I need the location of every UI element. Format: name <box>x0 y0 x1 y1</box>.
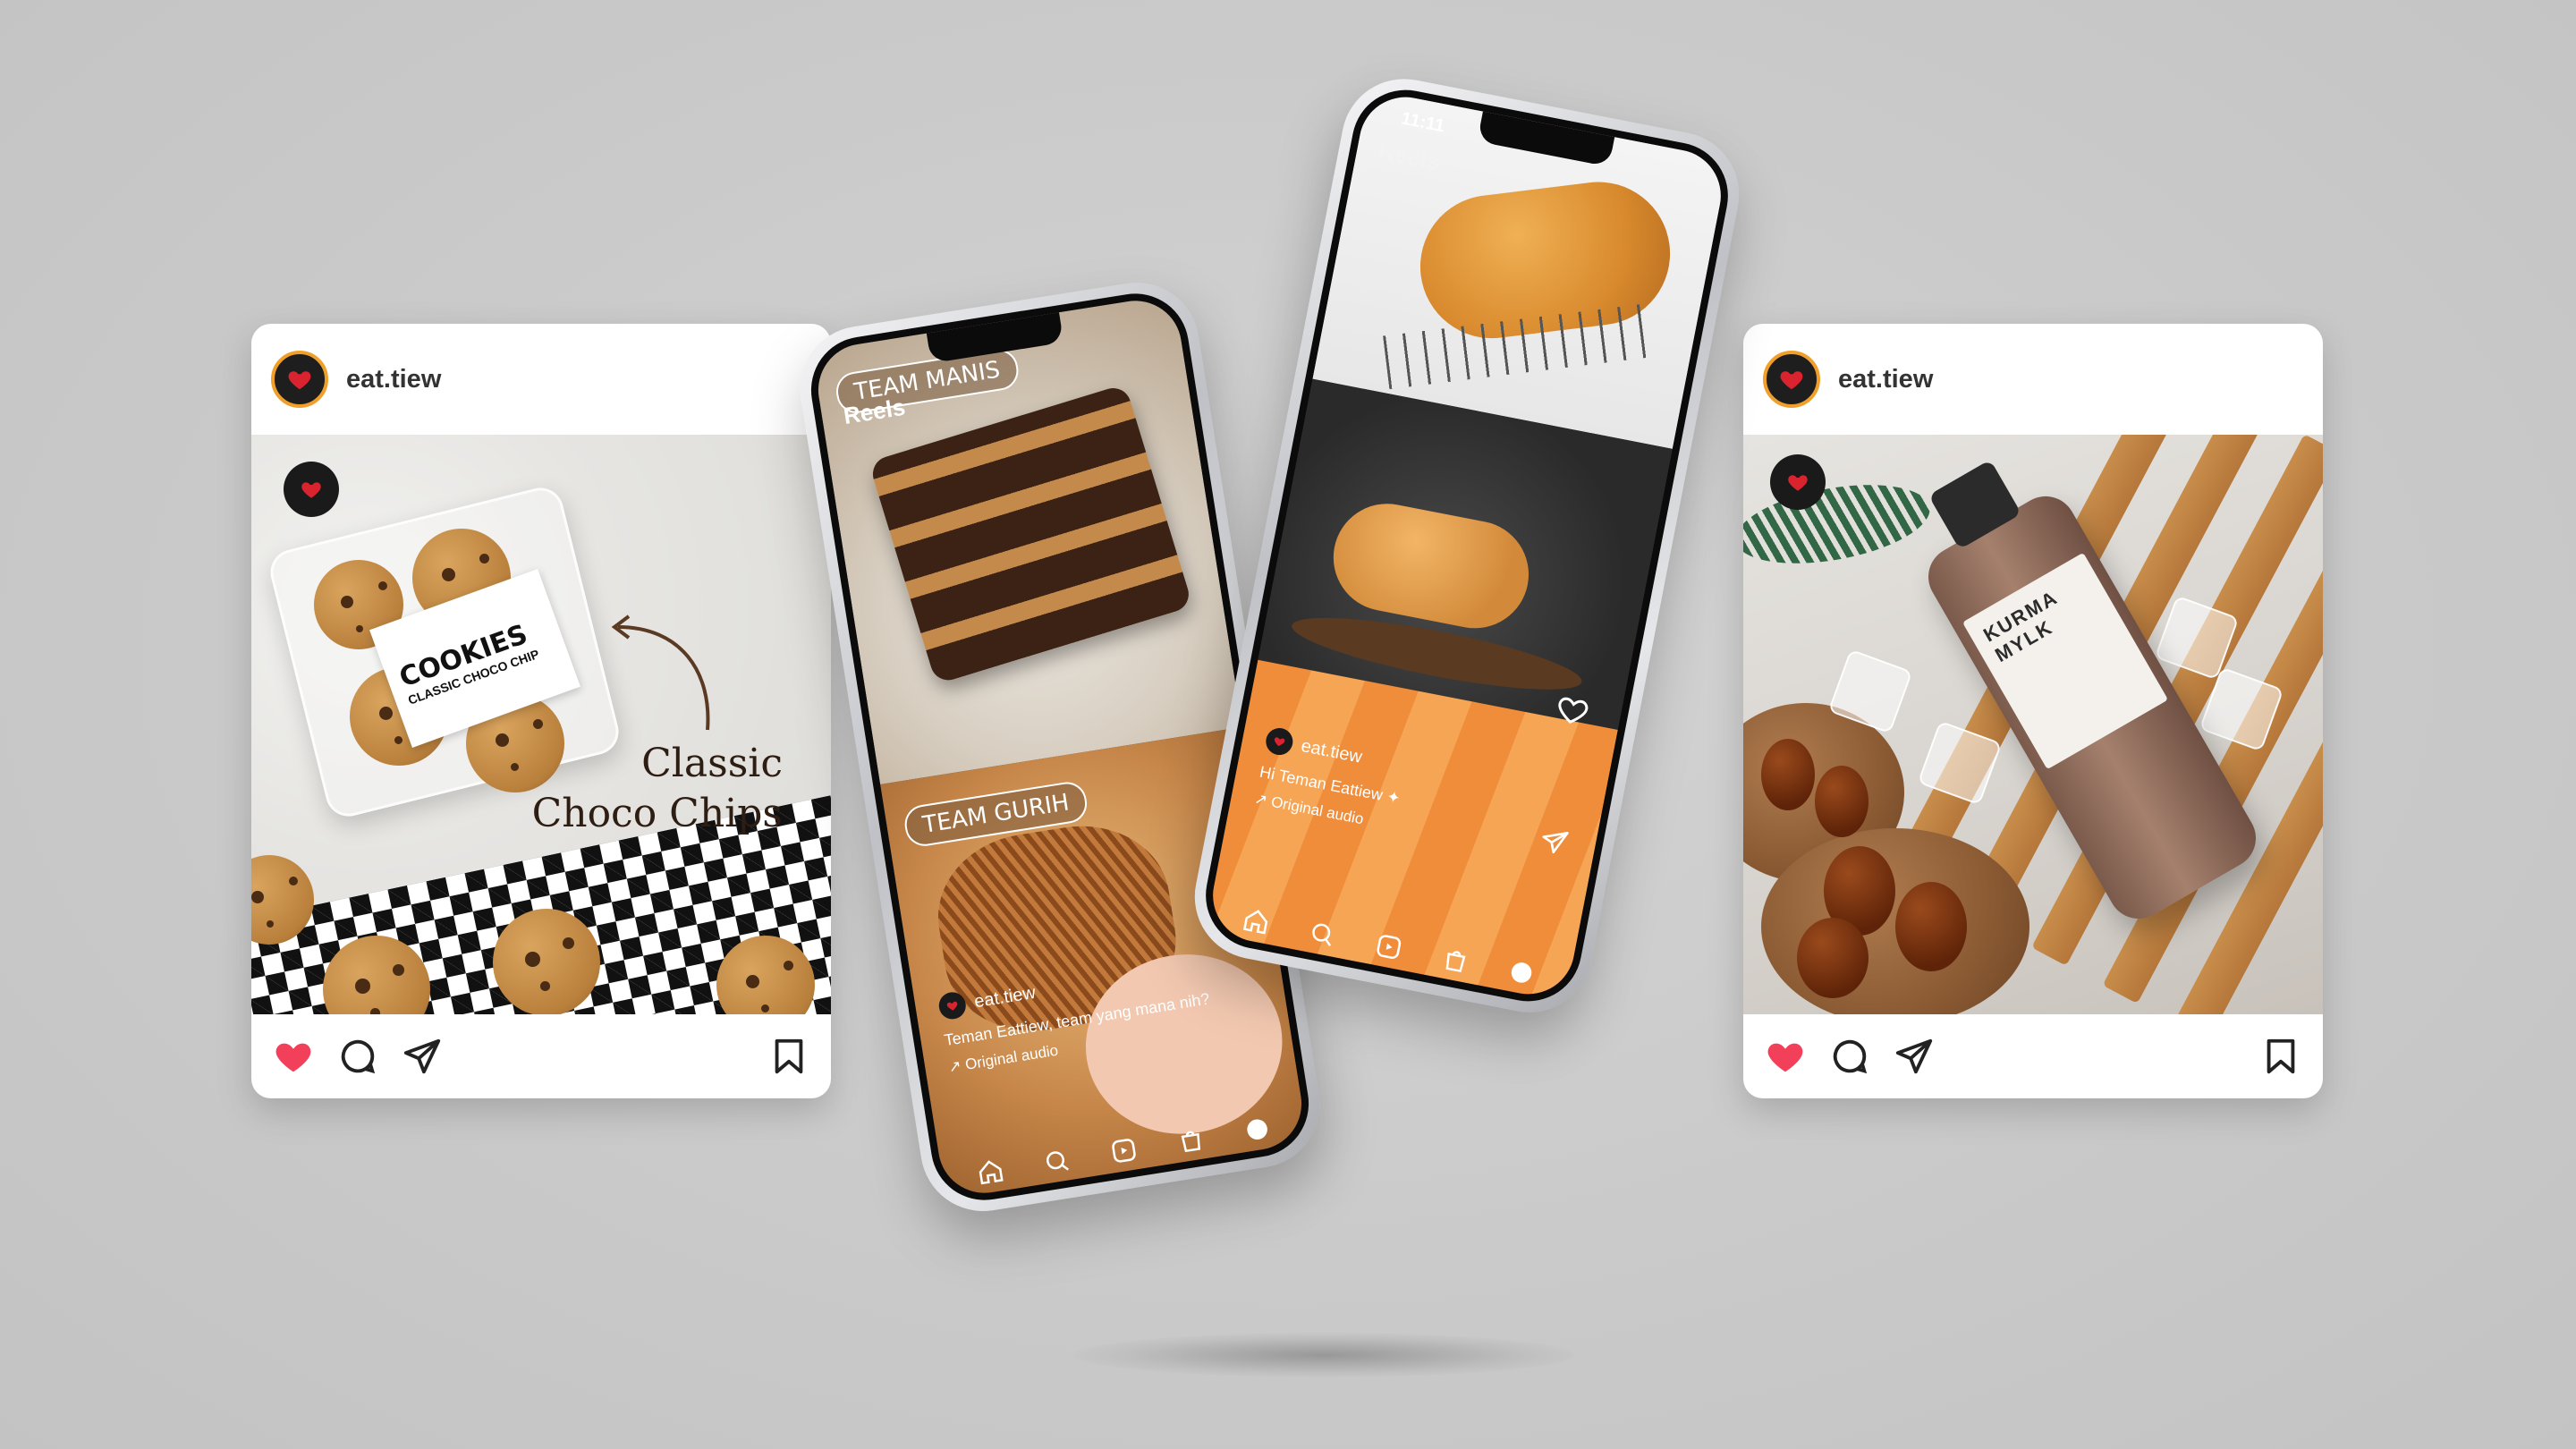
home-icon[interactable] <box>975 1157 1005 1187</box>
reels-icon[interactable] <box>1373 931 1404 962</box>
floor-shadow <box>1073 1333 1574 1377</box>
instagram-post-cookies: eat.tiew COOKIES CLASSIC CHOCO CHIP Clas… <box>251 324 831 1098</box>
date-fruit <box>1895 882 1967 971</box>
send-icon[interactable] <box>1894 1036 1935 1077</box>
brand-badge <box>1770 454 1826 510</box>
heart-logo-icon <box>946 1001 958 1011</box>
post-header: eat.tiew <box>1743 324 2323 435</box>
avatar <box>936 990 968 1021</box>
post-username[interactable]: eat.tiew <box>346 365 441 394</box>
heart-logo-icon <box>1780 371 1803 390</box>
date-fruit <box>1815 766 1868 837</box>
post-username[interactable]: eat.tiew <box>1838 365 1933 394</box>
shop-icon[interactable] <box>1439 944 1470 975</box>
post-header: eat.tiew <box>251 324 831 435</box>
instagram-post-kurma-mylk: eat.tiew KURMA MYLK <box>1743 324 2323 1098</box>
bread <box>1324 494 1538 638</box>
heart-logo-icon <box>288 371 311 390</box>
date-fruit <box>1761 739 1815 810</box>
heart-logo-icon <box>1274 737 1285 747</box>
headline-line-2: Choco Chips <box>531 791 783 836</box>
heart-icon[interactable] <box>1765 1036 1806 1077</box>
post-actions <box>251 1014 831 1098</box>
search-icon[interactable] <box>1307 919 1338 950</box>
comment-icon[interactable] <box>1829 1036 1870 1077</box>
bookmark-icon[interactable] <box>2260 1036 2301 1077</box>
heart-icon[interactable] <box>273 1036 314 1077</box>
reels-icon[interactable] <box>1108 1135 1139 1165</box>
bottom-nav <box>941 1108 1308 1192</box>
reels-header[interactable]: Reels <box>1376 137 1443 176</box>
avatar <box>1263 725 1295 758</box>
shop-icon[interactable] <box>1175 1124 1206 1155</box>
brand-badge <box>284 462 339 517</box>
heart-logo-icon <box>1788 475 1808 491</box>
avatar[interactable] <box>1763 351 1820 408</box>
headline: Classic Choco Chips <box>532 739 783 839</box>
profile-icon[interactable] <box>1506 957 1538 988</box>
phone-mockup-reels-right: 11:11 Reels eat.tiew Hi Teman Eattiew ✦ … <box>1183 68 1750 1023</box>
phone-screen: 11:11 Reels eat.tiew Hi Teman Eattiew ✦ … <box>1205 89 1729 1003</box>
profile-icon[interactable] <box>1242 1114 1273 1145</box>
bottle-label-text: KURMA MYLK <box>1979 586 2062 667</box>
heart-logo-icon <box>301 482 321 498</box>
post-image-cookies[interactable]: COOKIES CLASSIC CHOCO CHIP Classic Choco… <box>251 435 831 1014</box>
bookmark-icon[interactable] <box>768 1036 809 1077</box>
send-icon[interactable] <box>1538 825 1572 859</box>
curved-arrow-icon <box>611 614 710 731</box>
date-fruit <box>1797 918 1868 998</box>
post-image-kurma-mylk[interactable]: KURMA MYLK <box>1743 435 2323 1014</box>
send-icon[interactable] <box>402 1036 443 1077</box>
post-actions <box>1743 1014 2323 1098</box>
search-icon[interactable] <box>1042 1146 1072 1176</box>
headline-line-1: Classic <box>641 741 783 786</box>
comment-icon[interactable] <box>337 1036 378 1077</box>
reel-username: eat.tiew <box>1299 735 1364 767</box>
home-icon[interactable] <box>1241 905 1272 936</box>
avatar[interactable] <box>271 351 328 408</box>
cookie <box>493 909 600 1014</box>
reel-video-brownies[interactable]: TEAM MANIS Reels <box>811 293 1243 784</box>
brownies <box>868 383 1193 685</box>
heart-outline-icon[interactable] <box>1554 691 1591 729</box>
reel-username: eat.tiew <box>972 982 1038 1012</box>
